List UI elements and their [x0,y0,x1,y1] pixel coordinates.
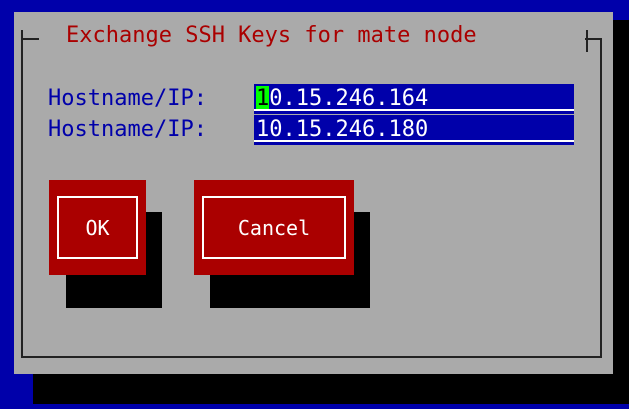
cancel-button-frame: Cancel [202,196,346,259]
ok-button[interactable]: OK [49,180,146,275]
hostname-label-2: Hostname/IP: [48,117,207,142]
text-cursor: 1 [256,86,270,111]
dialog-shadow-right [611,20,629,404]
hostname-input-2-value: 10.15.246.180 [256,117,429,142]
ok-button-focus-frame: OK [57,196,138,259]
frame-top-left [21,38,39,40]
hostname-input-1-value: 10.15.246.164 [254,84,428,114]
hostname-row-2: Hostname/IP: 10.15.246.180 [48,115,574,145]
cancel-button-label: Cancel [237,215,311,240]
dialog-shadow-bottom [33,372,629,404]
frame-tick-right [586,30,588,52]
hostname-input-1[interactable]: 10.15.246.164 [254,84,574,114]
hostname-input-2[interactable]: 10.15.246.180 [254,115,574,145]
hostname-label-1: Hostname/IP: [48,86,207,111]
dialog-title: Exchange SSH Keys for mate node [66,23,477,48]
cancel-button[interactable]: Cancel [194,180,354,275]
hostname-input-1-rest: 0.15.246.164 [269,86,429,111]
hostname-row-1: Hostname/IP: 10.15.246.164 [48,84,574,114]
frame-tick-left [21,30,23,52]
ok-button-label: OK [85,215,110,240]
